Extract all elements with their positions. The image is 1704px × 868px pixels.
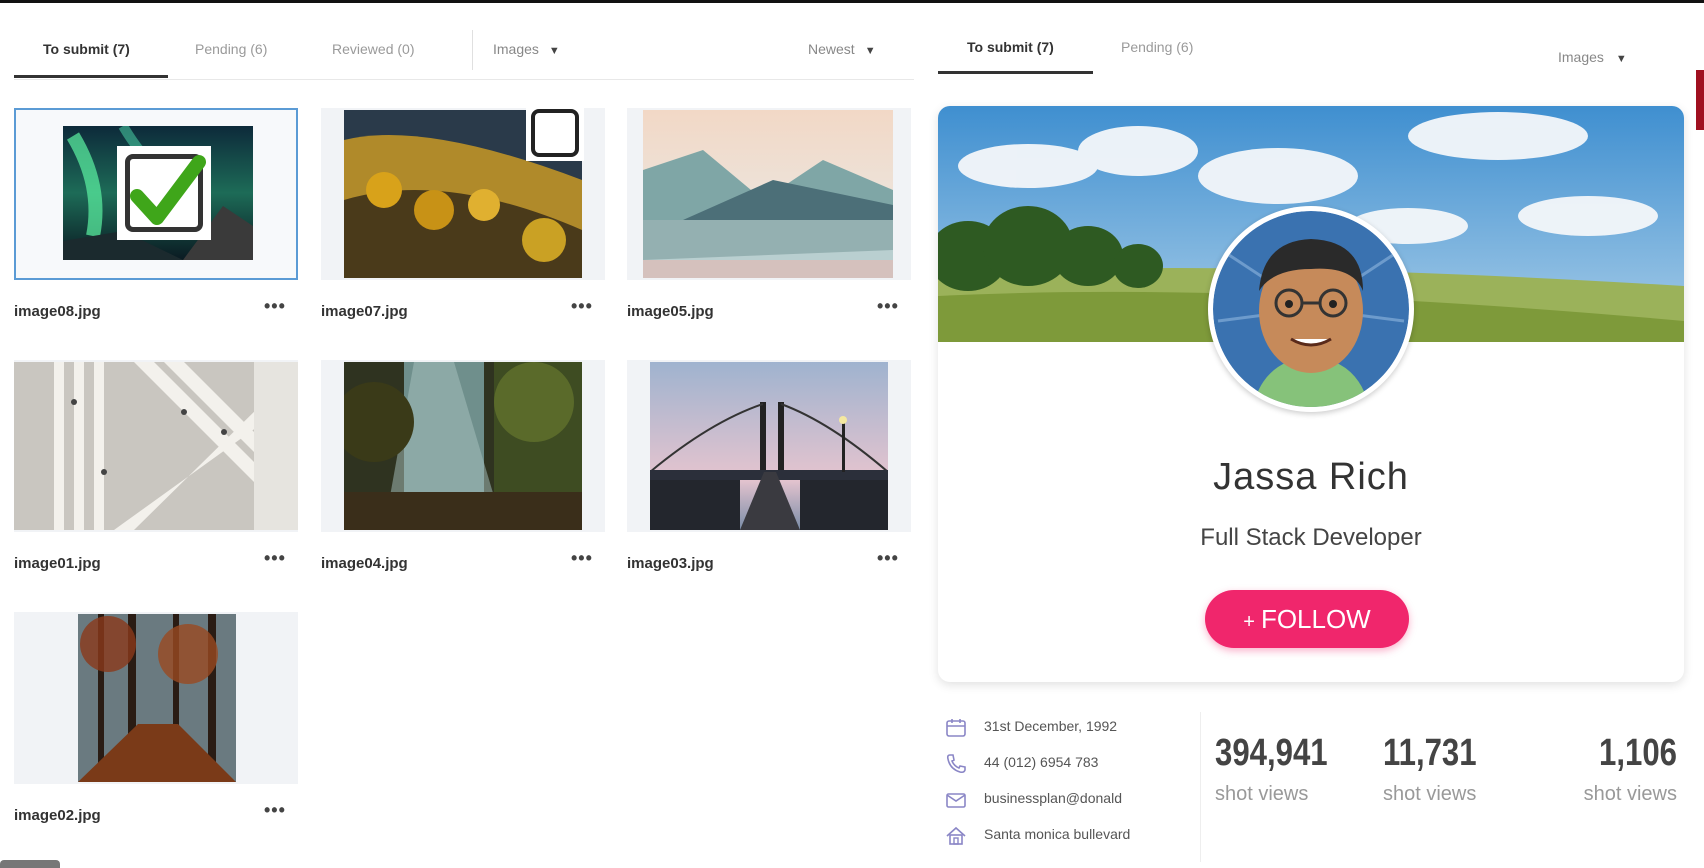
profile-card: Jassa Rich Full Stack Developer + FOLLOW <box>938 106 1684 682</box>
file-name: image01.jpg <box>14 555 101 572</box>
calendar-icon <box>946 719 966 737</box>
image-card[interactable]: image03.jpg ••• <box>627 360 911 575</box>
tab-reviewed[interactable]: Reviewed (0) <box>332 20 414 78</box>
chevron-down-icon: ▼ <box>1615 53 1627 65</box>
contact-info: 31st December, 1992 44 (012) 6954 783 bu… <box>938 712 1200 862</box>
more-options-icon[interactable]: ••• <box>877 548 899 569</box>
forest-path-photo <box>344 362 582 530</box>
stat-label: shot views <box>1383 783 1477 805</box>
birthday-text: 31st December, 1992 <box>984 718 1118 734</box>
scrollbar-handle[interactable] <box>0 860 60 868</box>
image-thumbnail[interactable] <box>321 360 605 532</box>
stats-panel: 394,941 shot views 11,731 shot views 1,1… <box>1200 712 1686 862</box>
info-birthday: 31st December, 1992 <box>938 712 1200 746</box>
info-address: Santa monica bullevard <box>938 820 1200 854</box>
image-card[interactable]: image01.jpg ••• <box>14 360 298 575</box>
home-icon <box>946 826 966 845</box>
tab-pending[interactable]: Pending (6) <box>195 20 267 78</box>
chevron-down-icon: ▼ <box>864 45 876 57</box>
type-filter-label: Images <box>1558 49 1604 65</box>
stat-item: 11,731 shot views <box>1383 732 1533 806</box>
crosswalk-photo <box>14 362 298 530</box>
tab-to-submit[interactable]: To submit (7) <box>14 20 168 78</box>
select-checkbox[interactable] <box>117 146 211 240</box>
profile-panel: To submit (7) Pending (6) Images ▼ Jassa… <box>938 20 1704 868</box>
autumn-forest-photo <box>78 614 236 782</box>
more-options-icon[interactable]: ••• <box>264 296 286 317</box>
image-thumbnail[interactable] <box>14 108 298 280</box>
stat-item: 394,941 shot views <box>1215 732 1365 806</box>
profile-role: Full Stack Developer <box>1200 524 1422 551</box>
image-thumbnail[interactable] <box>627 108 911 280</box>
stat-item: 1,106 shot views <box>1527 732 1677 806</box>
more-options-icon[interactable]: ••• <box>571 548 593 569</box>
image-thumbnail[interactable] <box>14 612 298 784</box>
more-options-icon[interactable]: ••• <box>264 800 286 821</box>
image-card[interactable]: image07.jpg ••• <box>321 105 605 323</box>
type-filter-dropdown[interactable]: Images ▼ <box>1558 30 1627 84</box>
chevron-down-icon: ▼ <box>548 45 560 57</box>
more-options-icon[interactable]: ••• <box>264 548 286 569</box>
avatar[interactable] <box>1208 206 1414 412</box>
file-name: image05.jpg <box>627 303 714 320</box>
type-filter-dropdown[interactable]: Images ▼ <box>493 20 560 78</box>
tab-divider <box>472 30 473 70</box>
stat-label: shot views <box>1215 783 1309 805</box>
checkbox-frame <box>531 109 579 157</box>
image-card[interactable]: image04.jpg ••• <box>321 360 605 575</box>
more-options-icon[interactable]: ••• <box>571 296 593 317</box>
file-name: image08.jpg <box>14 303 101 320</box>
stat-label: shot views <box>1583 783 1677 805</box>
phone-icon <box>946 754 966 774</box>
tab-to-submit[interactable]: To submit (7) <box>938 20 1093 74</box>
info-email: businessplan@donald <box>938 784 1200 818</box>
address-text: Santa monica bullevard <box>984 826 1131 842</box>
follow-button[interactable]: + FOLLOW <box>1205 590 1409 648</box>
select-checkbox[interactable] <box>526 105 584 161</box>
more-options-icon[interactable]: ••• <box>877 296 899 317</box>
email-text: businessplan@donald <box>984 790 1122 806</box>
sort-dropdown[interactable]: Newest ▼ <box>808 20 876 78</box>
file-name: image07.jpg <box>321 303 408 320</box>
info-phone: 44 (012) 6954 783 <box>938 748 1200 782</box>
stat-value: 394,941 <box>1215 732 1328 774</box>
edge-strip <box>1696 70 1704 130</box>
file-name: image04.jpg <box>321 555 408 572</box>
bridge-photo <box>650 362 888 530</box>
stat-value: 11,731 <box>1383 732 1477 774</box>
mail-icon <box>946 793 966 808</box>
image-thumbnail[interactable] <box>321 105 605 280</box>
top-border <box>0 0 1704 3</box>
image-thumbnail[interactable] <box>14 360 298 532</box>
checkmark-icon <box>130 155 206 225</box>
gallery-tabs: To submit (7) Pending (6) Reviewed (0) I… <box>14 20 914 80</box>
image-card[interactable]: image02.jpg ••• <box>14 612 298 827</box>
add-user-icon: + <box>1243 610 1255 633</box>
profile-name: Jassa Rich <box>1213 456 1409 498</box>
image-card[interactable]: image05.jpg ••• <box>627 108 911 323</box>
avatar-image <box>1213 211 1409 407</box>
mountain-lake-photo <box>643 110 893 278</box>
file-name: image02.jpg <box>14 807 101 824</box>
gallery-panel: To submit (7) Pending (6) Reviewed (0) I… <box>0 20 930 865</box>
image-thumbnail[interactable] <box>627 360 911 532</box>
image-card[interactable]: image08.jpg ••• <box>14 108 298 323</box>
follow-label: FOLLOW <box>1260 603 1371 634</box>
phone-text: 44 (012) 6954 783 <box>984 754 1099 770</box>
type-filter-label: Images <box>493 41 539 57</box>
tab-pending[interactable]: Pending (6) <box>1121 20 1193 74</box>
stat-value: 1,106 <box>1599 732 1677 774</box>
file-name: image03.jpg <box>627 555 714 572</box>
sort-label: Newest <box>808 41 855 57</box>
